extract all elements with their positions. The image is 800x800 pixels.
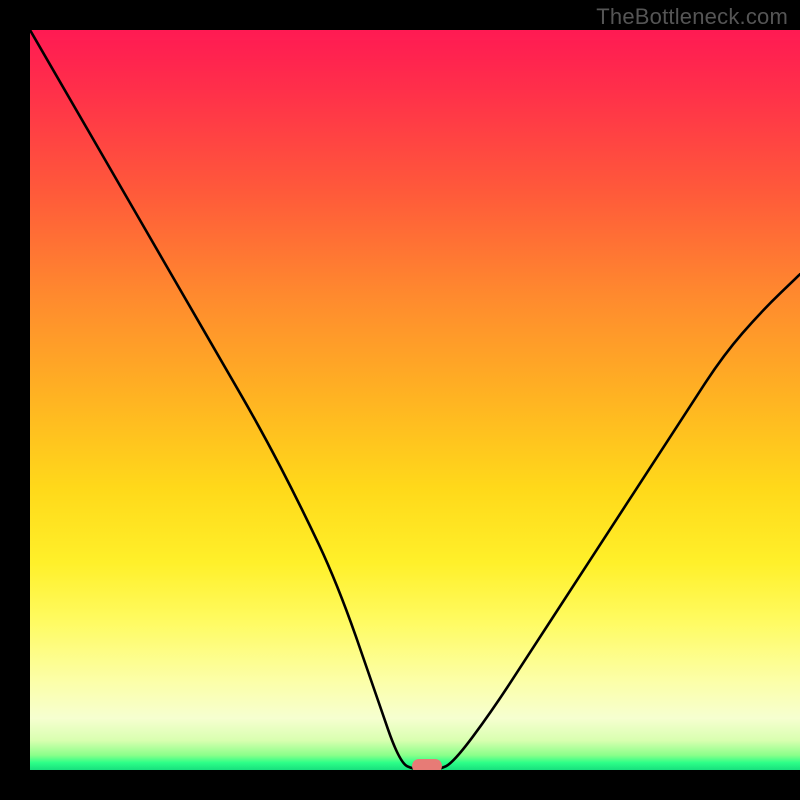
- optimal-marker: [412, 759, 442, 770]
- bottleneck-curve: [30, 30, 800, 770]
- curve-svg: [30, 30, 800, 770]
- watermark-text: TheBottleneck.com: [596, 4, 788, 30]
- chart-frame: TheBottleneck.com: [0, 0, 800, 800]
- plot-area: [30, 30, 800, 770]
